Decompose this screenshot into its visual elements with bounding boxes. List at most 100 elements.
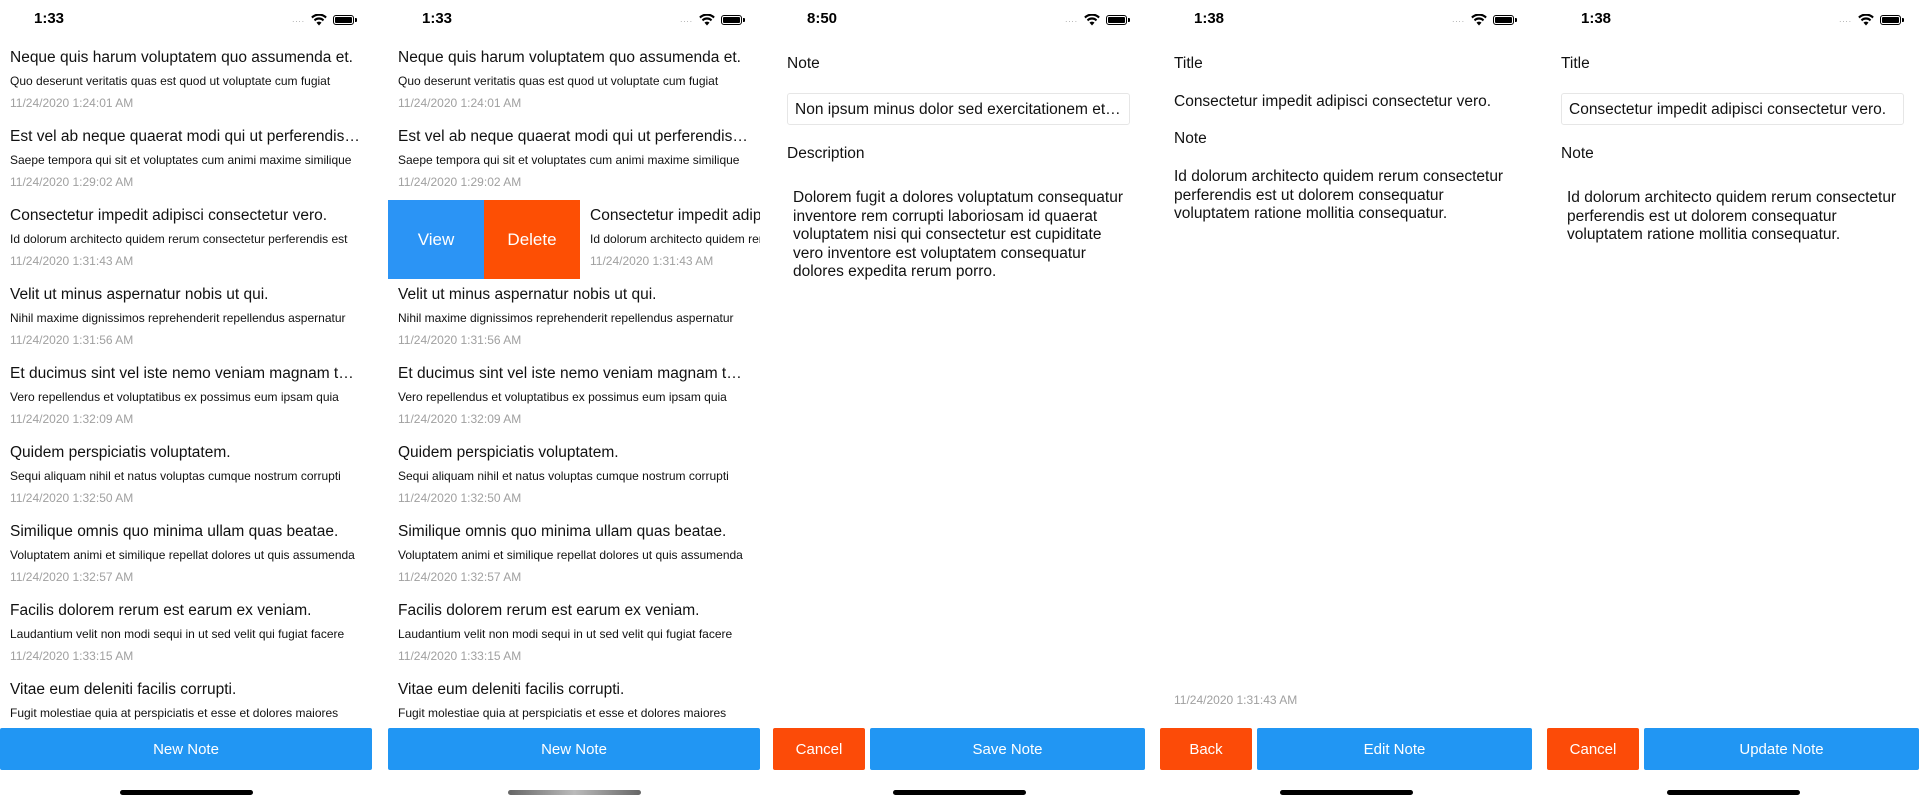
list-item[interactable]: Est vel ab neque quaerat modi qui ut per… xyxy=(388,121,760,200)
list-item[interactable]: Consectetur impedit adipisci consectetur… xyxy=(0,200,372,279)
list-item[interactable]: Neque quis harum voluptatem quo assumend… xyxy=(388,42,760,121)
title-value: Consectetur impedit adipisci consectetur… xyxy=(1174,93,1492,110)
list-item[interactable]: Velit ut minus aspernatur nobis ut qui. N… xyxy=(388,279,760,358)
note-description: Sequi aliquam nihil et natus voluptas cu… xyxy=(10,469,341,483)
screen-note-list-swiped: 1:33 .... Neque quis harum voluptatem qu… xyxy=(388,0,760,806)
note-description: Quo deserunt veritatis quas est quod ut … xyxy=(10,74,331,88)
list-item[interactable]: Quidem perspiciatis voluptatem. Sequi ali… xyxy=(388,437,760,516)
status-bar: 1:33 .... xyxy=(388,0,760,40)
list-item[interactable]: Est vel ab neque quaerat modi qui ut per… xyxy=(0,121,372,200)
note-title: Neque quis harum voluptatem quo assumend… xyxy=(10,49,353,66)
note-timestamp: 11/24/2020 1:32:50 AM xyxy=(398,491,522,505)
note-description: Fugit molestiae quia at perspiciatis et … xyxy=(398,706,727,720)
list-item-swiped[interactable]: View Delete Consectetur impedit adipisci… xyxy=(388,200,760,279)
description-label: Description xyxy=(787,145,865,162)
home-indicator[interactable] xyxy=(508,790,641,795)
wifi-icon xyxy=(1084,14,1100,26)
status-icons: .... xyxy=(680,14,745,26)
status-time: 1:38 xyxy=(1581,10,1612,27)
note-description: Saepe tempora qui sit et voluptates cum … xyxy=(398,153,740,167)
note-title: Quidem perspiciatis voluptatem. xyxy=(10,444,231,461)
note-textarea[interactable]: Id dolorum architecto quidem rerum conse… xyxy=(1561,185,1904,249)
note-label: Note xyxy=(1174,130,1207,147)
note-timestamp: 11/24/2020 1:29:02 AM xyxy=(10,175,134,189)
new-note-button[interactable]: New Note xyxy=(388,728,760,770)
status-icons: .... xyxy=(1065,14,1130,26)
note-description: Laudantium velit non modi sequi in ut se… xyxy=(10,627,345,641)
note-title: Similique omnis quo minima ullam quas be… xyxy=(10,523,339,540)
note-timestamp: 11/24/2020 1:24:01 AM xyxy=(398,96,522,110)
bottom-action-bar: New Note xyxy=(0,728,372,770)
wifi-icon xyxy=(1858,14,1874,26)
title-input[interactable]: Consectetur impedit adipisci consectetur… xyxy=(1561,93,1904,125)
list-item[interactable]: Similique omnis quo minima ullam quas be… xyxy=(0,516,372,595)
note-description: Vero repellendus et voluptatibus ex poss… xyxy=(398,390,727,404)
note-input[interactable]: Non ipsum minus dolor sed exercitationem… xyxy=(787,93,1130,125)
screen-edit-note: 1:38 .... Title Consectetur impedit adip… xyxy=(1547,0,1919,806)
status-time: 8:50 xyxy=(807,10,838,27)
status-bar: 8:50 .... xyxy=(773,0,1145,40)
list-item[interactable]: Facilis dolorem rerum est earum ex venia… xyxy=(388,595,760,674)
note-description: Saepe tempora qui sit et voluptates cum … xyxy=(10,153,352,167)
edit-note-button[interactable]: Edit Note xyxy=(1257,728,1532,770)
list-item[interactable]: Velit ut minus aspernatur nobis ut qui. N… xyxy=(0,279,372,358)
screen-new-note: 8:50 .... Note Non ipsum minus dolor sed… xyxy=(773,0,1145,806)
battery-icon xyxy=(721,15,745,25)
list-item[interactable]: Et ducimus sint vel iste nemo veniam mag… xyxy=(388,358,760,437)
note-description: Voluptatem animi et similique repellat d… xyxy=(398,548,743,562)
note-title: Est vel ab neque quaerat modi qui ut per… xyxy=(398,128,750,145)
description-textarea[interactable]: Dolorem fugit a dolores voluptatum conse… xyxy=(787,185,1130,286)
list-item[interactable]: Facilis dolorem rerum est earum ex venia… xyxy=(0,595,372,674)
note-timestamp: 11/24/2020 1:32:09 AM xyxy=(10,412,134,426)
save-note-button[interactable]: Save Note xyxy=(870,728,1145,770)
bottom-action-bar: Back Edit Note xyxy=(1160,728,1532,770)
cellular-signal-icon: .... xyxy=(292,15,305,24)
cancel-button[interactable]: Cancel xyxy=(1547,728,1639,770)
note-description: Nihil maxime dignissimos reprehenderit r… xyxy=(398,311,734,325)
bottom-action-bar: Cancel Update Note xyxy=(1547,728,1919,770)
note-timestamp: 11/24/2020 1:33:15 AM xyxy=(10,649,134,663)
note-timestamp: 11/24/2020 1:31:43 AM xyxy=(590,254,714,268)
note-title: Facilis dolorem rerum est earum ex venia… xyxy=(398,602,700,619)
note-description: Id dolorum architecto quidem rerum conse… xyxy=(10,232,348,246)
note-title: Et ducimus sint vel iste nemo veniam mag… xyxy=(10,365,362,382)
note-title: Consectetur impedit adipisci consectetur… xyxy=(590,207,760,224)
home-indicator[interactable] xyxy=(1280,790,1413,795)
cancel-button[interactable]: Cancel xyxy=(773,728,865,770)
note-label: Note xyxy=(1561,145,1594,162)
home-indicator[interactable] xyxy=(120,790,253,795)
list-item[interactable]: Et ducimus sint vel iste nemo veniam mag… xyxy=(0,358,372,437)
battery-icon xyxy=(1106,15,1130,25)
note-title: Quidem perspiciatis voluptatem. xyxy=(398,444,619,461)
list-item[interactable]: Quidem perspiciatis voluptatem. Sequi ali… xyxy=(0,437,372,516)
note-timestamp: 11/24/2020 1:32:57 AM xyxy=(10,570,134,584)
status-icons: .... xyxy=(1839,14,1904,26)
title-label: Title xyxy=(1174,55,1203,72)
delete-swipe-button[interactable]: Delete xyxy=(484,200,580,279)
note-timestamp: 11/24/2020 1:31:43 AM xyxy=(1174,693,1298,707)
status-bar: 1:33 .... xyxy=(0,0,372,40)
back-button[interactable]: Back xyxy=(1160,728,1252,770)
note-title: Facilis dolorem rerum est earum ex venia… xyxy=(10,602,312,619)
battery-icon xyxy=(1493,15,1517,25)
status-icons: .... xyxy=(1452,14,1517,26)
note-list: Neque quis harum voluptatem quo assumend… xyxy=(388,42,760,753)
view-swipe-button[interactable]: View xyxy=(388,200,484,279)
note-timestamp: 11/24/2020 1:31:43 AM xyxy=(10,254,134,268)
status-bar: 1:38 .... xyxy=(1547,0,1919,40)
home-indicator[interactable] xyxy=(1667,790,1800,795)
bottom-action-bar: New Note xyxy=(388,728,760,770)
status-bar: 1:38 .... xyxy=(1160,0,1532,40)
note-title: Est vel ab neque quaerat modi qui ut per… xyxy=(10,128,362,145)
note-description: Quo deserunt veritatis quas est quod ut … xyxy=(398,74,719,88)
list-item[interactable]: Neque quis harum voluptatem quo assumend… xyxy=(0,42,372,121)
new-note-button[interactable]: New Note xyxy=(0,728,372,770)
list-item[interactable]: Similique omnis quo minima ullam quas be… xyxy=(388,516,760,595)
note-timestamp: 11/24/2020 1:33:15 AM xyxy=(398,649,522,663)
note-timestamp: 11/24/2020 1:32:50 AM xyxy=(10,491,134,505)
status-icons: .... xyxy=(292,14,357,26)
update-note-button[interactable]: Update Note xyxy=(1644,728,1919,770)
home-indicator[interactable] xyxy=(893,790,1026,795)
screens-strip: 1:33 .... Neque quis harum voluptatem qu… xyxy=(0,0,1920,806)
note-value: Id dolorum architecto quidem rerum conse… xyxy=(1174,168,1504,222)
